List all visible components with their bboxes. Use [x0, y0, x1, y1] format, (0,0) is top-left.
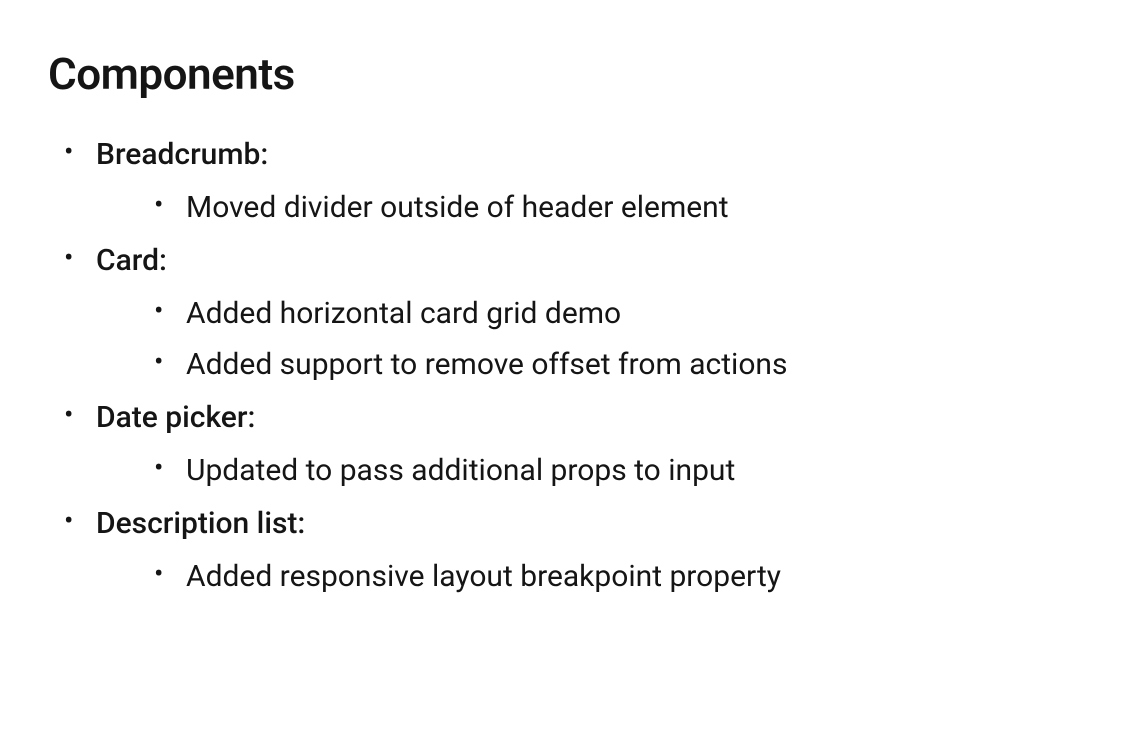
section-heading: Components: [48, 48, 1074, 100]
list-item: Description list: Added responsive layou…: [96, 501, 1074, 599]
list-item: Card: Added horizontal card grid demo Ad…: [96, 238, 1074, 387]
change-item: Added support to remove offset from acti…: [186, 342, 1074, 387]
changes-list: Added responsive layout breakpoint prope…: [96, 554, 1074, 599]
changes-list: Updated to pass additional props to inpu…: [96, 448, 1074, 493]
change-item: Added responsive layout breakpoint prope…: [186, 554, 1074, 599]
change-item: Added horizontal card grid demo: [186, 291, 1074, 336]
list-item: Breadcrumb: Moved divider outside of hea…: [96, 132, 1074, 230]
list-item: Date picker: Updated to pass additional …: [96, 395, 1074, 493]
change-item: Updated to pass additional props to inpu…: [186, 448, 1074, 493]
changes-list: Moved divider outside of header element: [96, 185, 1074, 230]
component-name: Description list:: [96, 506, 305, 541]
changes-list: Added horizontal card grid demo Added su…: [96, 291, 1074, 387]
component-name: Breadcrumb:: [96, 137, 268, 172]
component-name: Card:: [96, 243, 167, 278]
change-item: Moved divider outside of header element: [186, 185, 1074, 230]
component-name: Date picker:: [96, 400, 255, 435]
components-list: Breadcrumb: Moved divider outside of hea…: [48, 132, 1074, 599]
